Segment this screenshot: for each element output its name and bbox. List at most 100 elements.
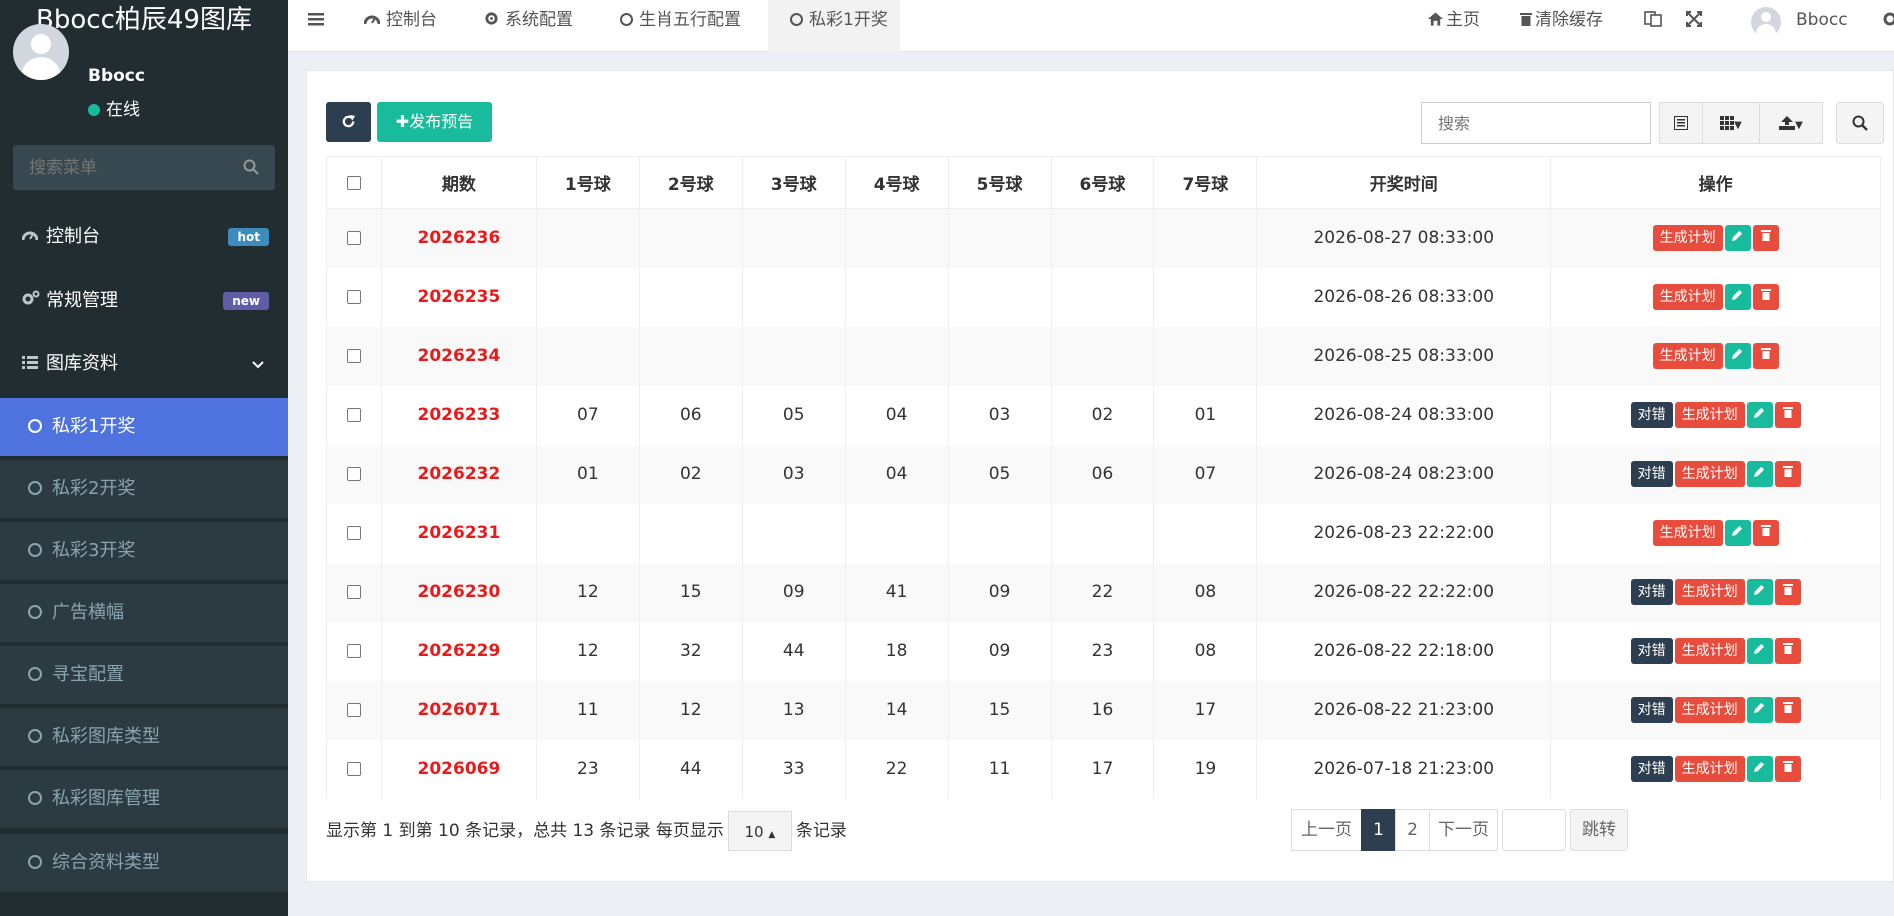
delete-button[interactable] bbox=[1774, 697, 1801, 723]
generate-plan-button[interactable]: 生成计划 bbox=[1674, 697, 1745, 723]
sidebar-search-input[interactable] bbox=[13, 145, 213, 190]
sidebar-sub-lottery3[interactable]: 私彩3开奖 bbox=[0, 522, 288, 580]
sidebar-item-dashboard[interactable]: 控制台 hot bbox=[0, 208, 288, 266]
tab-system-config[interactable]: 系统配置 bbox=[484, 0, 573, 52]
edit-button[interactable] bbox=[1746, 461, 1773, 487]
sidebar-sub-treasure[interactable]: 寻宝配置 bbox=[0, 646, 288, 704]
toggle-view-button[interactable] bbox=[1659, 102, 1703, 144]
row-checkbox[interactable] bbox=[346, 526, 361, 540]
generate-plan-button[interactable]: 生成计划 bbox=[1652, 225, 1723, 252]
col-header-ball1[interactable]: 1号球 bbox=[535, 156, 640, 209]
tab-zodiac-config[interactable]: 生肖五行配置 bbox=[620, 0, 741, 52]
generate-plan-button[interactable]: 生成计划 bbox=[1674, 402, 1745, 428]
sidebar-sub-info-type[interactable]: 综合资料类型 bbox=[0, 834, 288, 892]
settings-gear-icon[interactable] bbox=[1882, 0, 1894, 40]
page-1-button[interactable]: 1 bbox=[1361, 809, 1396, 851]
search-button[interactable] bbox=[1836, 102, 1884, 144]
delete-button[interactable] bbox=[1774, 402, 1801, 428]
translate-icon[interactable] bbox=[1644, 0, 1662, 40]
publish-notice-button[interactable]: ✚发布预告 bbox=[377, 102, 492, 142]
page-size-select[interactable]: 10 ▲ bbox=[727, 811, 792, 851]
jump-button[interactable]: 跳转 bbox=[1570, 809, 1628, 851]
sidebar-item-general[interactable]: 常规管理 new bbox=[0, 272, 288, 330]
edit-button[interactable] bbox=[1724, 343, 1751, 369]
delete-button[interactable] bbox=[1774, 638, 1801, 664]
page-2-button[interactable]: 2 bbox=[1395, 809, 1430, 851]
generate-plan-button[interactable]: 生成计划 bbox=[1652, 343, 1723, 369]
row-checkbox[interactable] bbox=[346, 644, 361, 658]
edit-button[interactable] bbox=[1724, 284, 1751, 310]
jump-page-input[interactable] bbox=[1502, 809, 1566, 851]
row-checkbox[interactable] bbox=[346, 467, 361, 481]
check-result-button[interactable]: 对错 bbox=[1630, 697, 1673, 723]
col-header-ball4[interactable]: 4号球 bbox=[844, 156, 949, 209]
table-search-input[interactable] bbox=[1421, 102, 1651, 144]
row-checkbox[interactable] bbox=[346, 349, 361, 363]
check-result-button[interactable]: 对错 bbox=[1630, 402, 1673, 428]
sidebar-sub-lottery1[interactable]: 私彩1开奖 bbox=[0, 398, 288, 456]
fullscreen-icon[interactable] bbox=[1686, 0, 1702, 40]
home-link[interactable]: 主页 bbox=[1428, 0, 1480, 40]
sidebar-item-gallery[interactable]: 图库资料 bbox=[0, 335, 288, 393]
ball-cell: 08 bbox=[1153, 621, 1258, 681]
edit-button[interactable] bbox=[1724, 520, 1751, 546]
row-checkbox[interactable] bbox=[346, 585, 361, 599]
col-header-ball7[interactable]: 7号球 bbox=[1153, 156, 1258, 209]
sidebar-sub-gallery-manage[interactable]: 私彩图库管理 bbox=[0, 770, 288, 828]
clear-cache-button[interactable]: 清除缓存 bbox=[1520, 0, 1603, 40]
generate-plan-button[interactable]: 生成计划 bbox=[1674, 756, 1745, 782]
check-result-button[interactable]: 对错 bbox=[1630, 461, 1673, 487]
sidebar-sub-lottery2[interactable]: 私彩2开奖 bbox=[0, 460, 288, 518]
menu-toggle-icon[interactable] bbox=[308, 0, 324, 52]
delete-button[interactable] bbox=[1752, 520, 1779, 546]
edit-button[interactable] bbox=[1746, 756, 1773, 782]
select-all-checkbox[interactable] bbox=[346, 175, 361, 190]
sidebar-sub-gallery-type[interactable]: 私彩图库类型 bbox=[0, 708, 288, 766]
refresh-button[interactable] bbox=[326, 102, 371, 142]
export-button[interactable]: ▼ bbox=[1759, 102, 1823, 144]
tab-lottery1[interactable]: 私彩1开奖 bbox=[768, 0, 900, 52]
delete-button[interactable] bbox=[1774, 756, 1801, 782]
row-checkbox[interactable] bbox=[346, 408, 361, 422]
next-page-button[interactable]: 下一页 bbox=[1429, 809, 1498, 851]
col-header-ball2[interactable]: 2号球 bbox=[638, 156, 743, 209]
refresh-icon bbox=[342, 114, 356, 128]
user-avatar-small[interactable] bbox=[1751, 7, 1781, 37]
columns-button[interactable]: ▼ bbox=[1702, 102, 1760, 144]
col-header-ball6[interactable]: 6号球 bbox=[1050, 156, 1155, 209]
delete-button[interactable] bbox=[1752, 343, 1779, 369]
ball-cell bbox=[1050, 208, 1155, 268]
check-result-button[interactable]: 对错 bbox=[1630, 756, 1673, 782]
row-checkbox[interactable] bbox=[346, 290, 361, 304]
tab-dashboard[interactable]: 控制台 bbox=[363, 0, 437, 52]
edit-button[interactable] bbox=[1746, 579, 1773, 605]
col-header-period[interactable]: 期数 bbox=[380, 156, 537, 209]
generate-plan-button[interactable]: 生成计划 bbox=[1674, 638, 1745, 664]
generate-plan-button[interactable]: 生成计划 bbox=[1674, 461, 1745, 487]
edit-button[interactable] bbox=[1746, 697, 1773, 723]
row-checkbox[interactable] bbox=[346, 762, 361, 776]
col-header-ball3[interactable]: 3号球 bbox=[741, 156, 846, 209]
generate-plan-button[interactable]: 生成计划 bbox=[1652, 520, 1723, 546]
check-result-button[interactable]: 对错 bbox=[1630, 638, 1673, 664]
edit-button[interactable] bbox=[1746, 402, 1773, 428]
generate-plan-button[interactable]: 生成计划 bbox=[1652, 284, 1723, 310]
row-checkbox[interactable] bbox=[346, 703, 361, 717]
row-checkbox[interactable] bbox=[346, 231, 361, 246]
col-header-draw-time[interactable]: 开奖时间 bbox=[1256, 156, 1552, 209]
delete-button[interactable] bbox=[1752, 284, 1779, 310]
sidebar-sub-banner[interactable]: 广告横幅 bbox=[0, 584, 288, 642]
prev-page-button[interactable]: 上一页 bbox=[1291, 809, 1362, 851]
edit-button[interactable] bbox=[1724, 225, 1751, 252]
delete-button[interactable] bbox=[1774, 579, 1801, 605]
topbar-username[interactable]: Bbocc bbox=[1796, 0, 1848, 40]
edit-button[interactable] bbox=[1746, 638, 1773, 664]
ball-cell bbox=[535, 326, 640, 386]
search-icon[interactable] bbox=[243, 159, 259, 179]
check-result-button[interactable]: 对错 bbox=[1630, 579, 1673, 605]
delete-button[interactable] bbox=[1774, 461, 1801, 487]
generate-plan-button[interactable]: 生成计划 bbox=[1674, 579, 1745, 605]
row-select-cell bbox=[326, 562, 382, 622]
col-header-ball5[interactable]: 5号球 bbox=[947, 156, 1052, 209]
delete-button[interactable] bbox=[1752, 225, 1779, 252]
